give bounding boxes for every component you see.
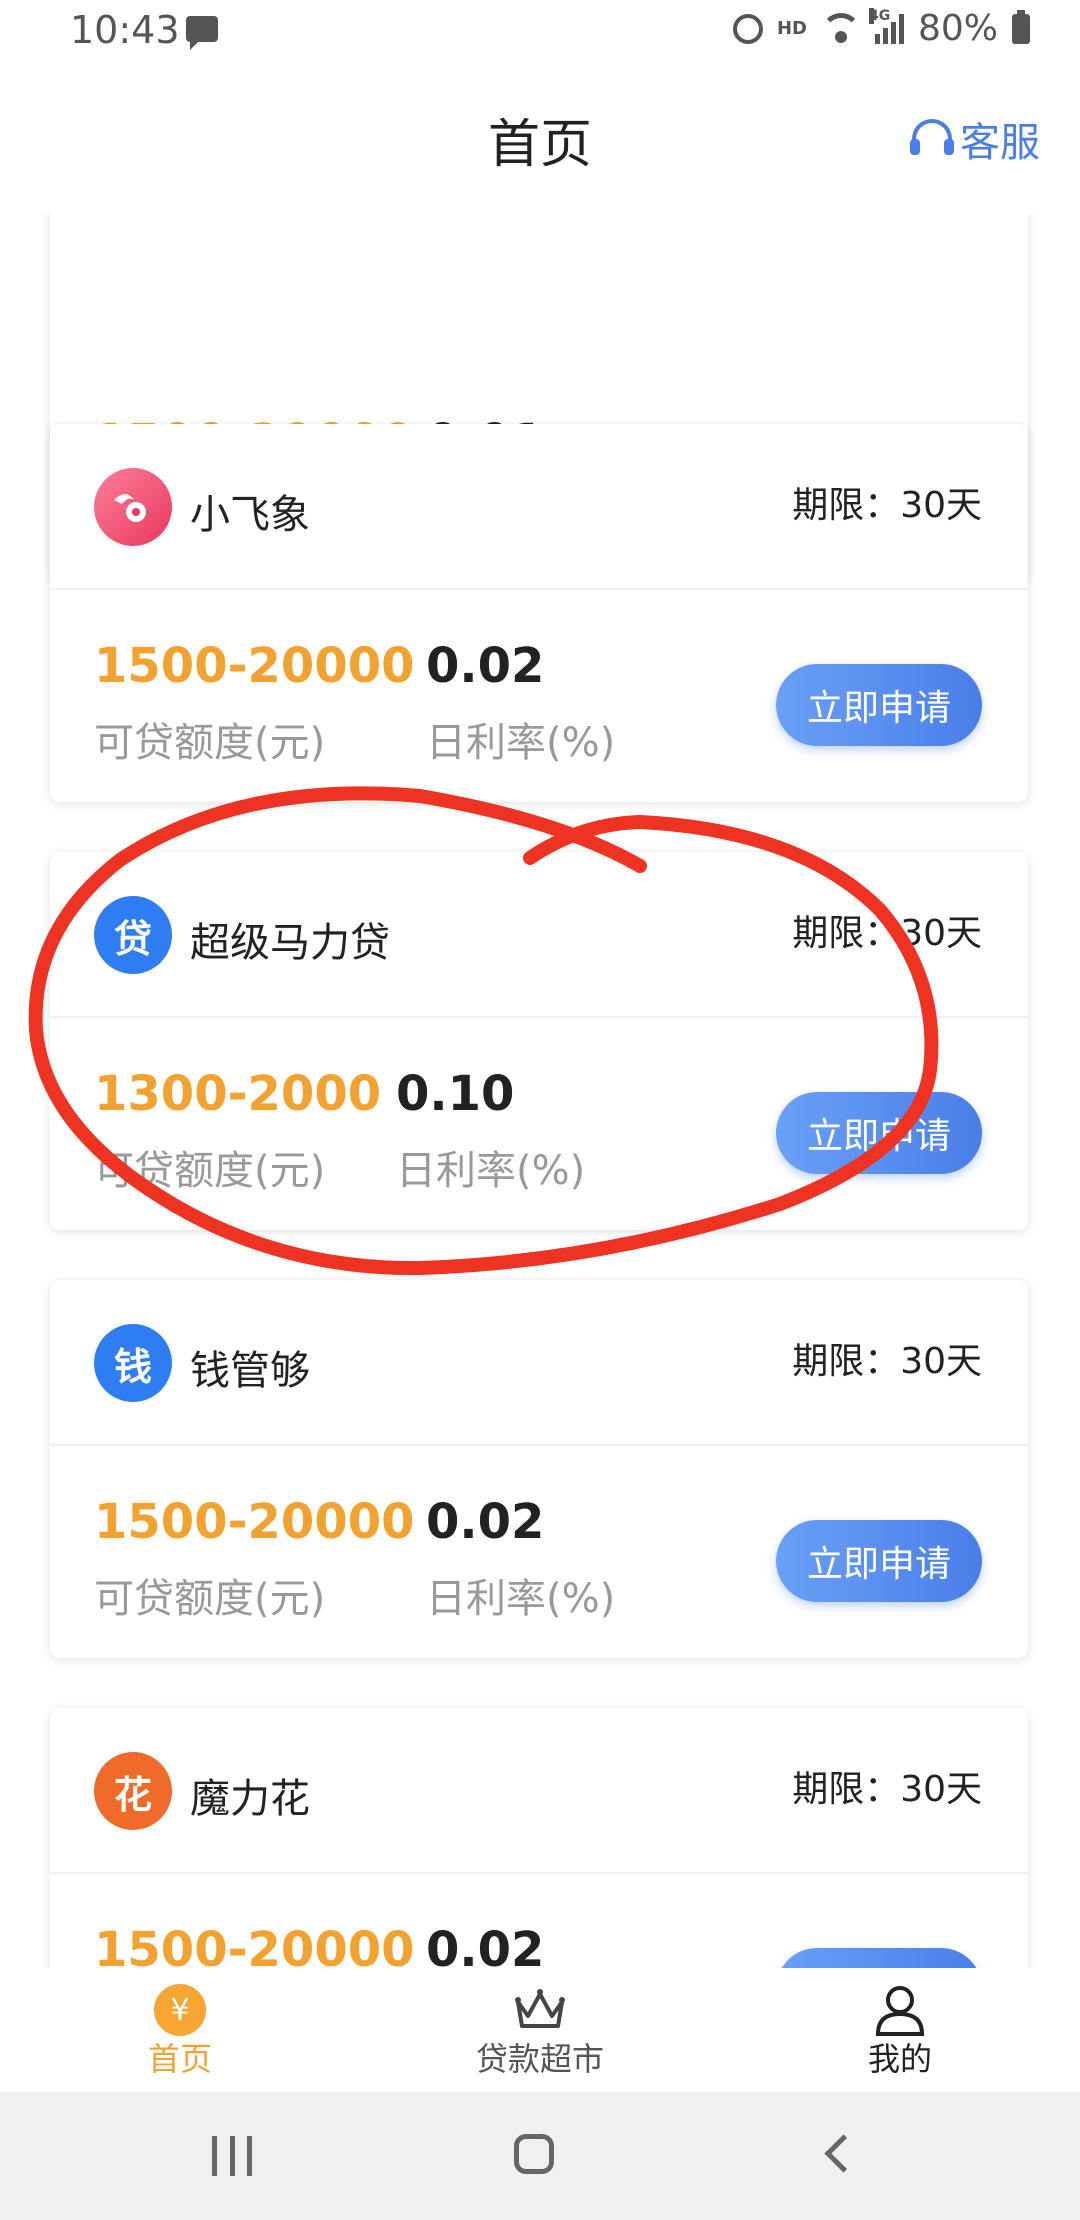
message-notification-icon xyxy=(186,16,218,50)
loan-amount-range: 1500-20000 xyxy=(94,1494,415,1550)
tab-loan-market[interactable]: 贷款超市 xyxy=(360,1968,720,2092)
battery-percent: 80% xyxy=(917,8,998,49)
tab-mine[interactable]: 我的 xyxy=(720,1968,1080,2092)
yen-icon: ¥ xyxy=(154,1984,206,2036)
apply-button[interactable]: 立即申请 xyxy=(776,1948,982,1968)
winged-coin-icon xyxy=(94,468,172,546)
tab-label: 我的 xyxy=(867,2040,932,2078)
loan-logo-icon: 贷 xyxy=(94,896,172,974)
rate-caption: 日利率(%) xyxy=(396,1148,586,1194)
cell-signal-icon: 4G xyxy=(868,7,904,44)
loan-logo-icon: 花 xyxy=(94,1752,172,1830)
headset-icon xyxy=(910,117,954,161)
loan-card[interactable]: 小飞象 期限：30天 1500-20000 0.02 可贷额度(元) 日利率(%… xyxy=(50,424,1028,802)
amount-caption: 可贷额度(元) xyxy=(94,720,326,766)
crown-icon xyxy=(512,1982,568,2038)
network-type: 4G xyxy=(868,7,891,24)
loan-term: 期限：30天 xyxy=(792,1769,982,1810)
loan-card[interactable]: 贷 超级马力贷 期限：30天 1300-2000 0.10 可贷额度(元) 日利… xyxy=(50,852,1028,1230)
apply-button[interactable]: 立即申请 xyxy=(776,1520,982,1602)
loan-card-header: 花 魔力花 期限：30天 xyxy=(50,1708,1028,1874)
amount-caption: 可贷额度(元) xyxy=(94,1576,326,1622)
customer-service-button[interactable]: 客服 xyxy=(910,110,1040,168)
bottom-tab-bar: ¥ 首页 贷款超市 我的 xyxy=(0,1968,1080,2092)
amount-caption: 可贷额度(元) xyxy=(94,1148,326,1194)
loan-name: 小飞象 xyxy=(190,492,310,538)
rate-caption: 日利率(%) xyxy=(426,720,616,766)
person-icon xyxy=(872,1982,928,2038)
loan-name: 钱管够 xyxy=(190,1348,310,1394)
rate-caption: 日利率(%) xyxy=(426,1576,616,1622)
tab-label: 首页 xyxy=(147,2040,212,2078)
loan-daily-rate: 0.02 xyxy=(426,1922,545,1968)
hd-indicator: HD xyxy=(776,18,807,39)
customer-service-label: 客服 xyxy=(960,120,1040,166)
loan-daily-rate: 0.02 xyxy=(426,1494,545,1550)
loan-amount-range: 1300-2000 xyxy=(94,1066,382,1122)
alarm-icon xyxy=(732,13,763,44)
loan-card[interactable]: 钱 钱管够 期限：30天 1500-20000 0.02 可贷额度(元) 日利率… xyxy=(50,1280,1028,1658)
loan-card-header: 钱 钱管够 期限：30天 xyxy=(50,1280,1028,1446)
status-bar: 10:43 HD 4G 80% xyxy=(0,0,1080,66)
system-nav-bar xyxy=(0,2092,1080,2220)
loan-term: 期限：30天 xyxy=(792,485,982,526)
app-header: 首页 客服 xyxy=(0,66,1080,214)
loan-amount-range: 1500-20000 xyxy=(94,1922,415,1968)
home-icon[interactable] xyxy=(514,2134,554,2174)
loan-card-header: 小飞象 期限：30天 xyxy=(50,424,1028,590)
loan-card[interactable]: 花 魔力花 期限：30天 1500-20000 0.02 立即申请 xyxy=(50,1708,1028,1968)
recent-apps-icon[interactable] xyxy=(212,2136,252,2176)
apply-button[interactable]: 立即申请 xyxy=(776,664,982,746)
tab-home[interactable]: ¥ 首页 xyxy=(0,1968,360,2092)
status-time: 10:43 xyxy=(70,8,180,52)
tab-label: 贷款超市 xyxy=(475,2040,604,2078)
loan-term: 期限：30天 xyxy=(792,1341,982,1382)
back-icon[interactable] xyxy=(824,2134,863,2173)
loan-term: 期限：30天 xyxy=(792,913,982,954)
loan-card-header: 贷 超级马力贷 期限：30天 xyxy=(50,852,1028,1018)
loan-name: 超级马力贷 xyxy=(190,920,390,966)
loan-logo-icon: 钱 xyxy=(94,1324,172,1402)
status-icons: HD 4G 80% xyxy=(732,7,1030,49)
wifi-icon xyxy=(820,12,861,45)
loan-name: 魔力花 xyxy=(190,1776,310,1822)
loan-daily-rate: 0.02 xyxy=(426,638,545,694)
apply-button[interactable]: 立即申请 xyxy=(776,1092,982,1174)
battery-icon xyxy=(1012,9,1030,44)
loan-amount-range: 1500-20000 xyxy=(94,638,415,694)
loan-daily-rate: 0.10 xyxy=(396,1066,515,1122)
loan-list[interactable]: 1500-20000 0.01 可贷额度(元) 日利率(%) 立即申请 小飞象 … xyxy=(0,214,1080,1968)
